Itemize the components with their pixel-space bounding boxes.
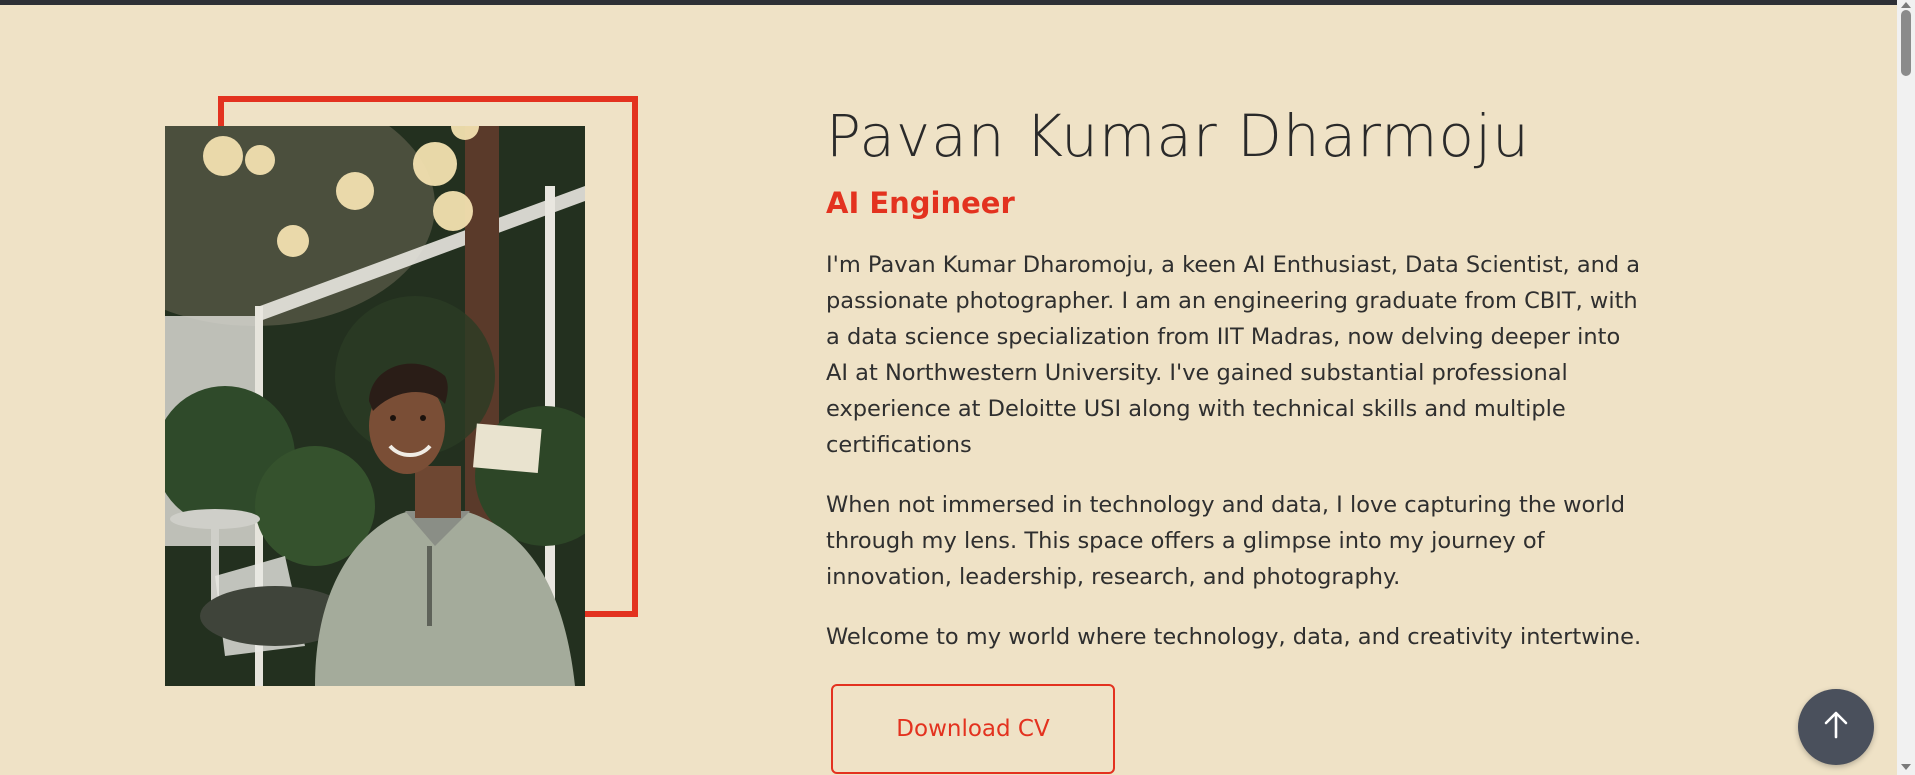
scroll-thumb[interactable] (1901, 10, 1911, 76)
back-to-top-button[interactable] (1798, 689, 1874, 765)
download-cv-label: Download CV (896, 716, 1050, 742)
scroll-up-arrow-icon[interactable] (1901, 2, 1911, 8)
arrow-up-icon (1821, 710, 1851, 744)
profile-photo (165, 126, 585, 686)
top-bar (0, 0, 1897, 5)
bio-paragraph-welcome: Welcome to my world where technology, da… (826, 624, 1642, 650)
hero-name: Pavan Kumar Dharmoju (826, 102, 1530, 170)
bio-paragraph-photography: When not immersed in technology and data… (826, 492, 1626, 590)
page-scrollbar[interactable] (1897, 0, 1915, 775)
scroll-down-arrow-icon[interactable] (1901, 764, 1911, 770)
hero-role: AI Engineer (826, 186, 1015, 220)
download-cv-button[interactable]: Download CV (831, 684, 1115, 774)
bio-paragraph-intro: I'm Pavan Kumar Dharomoju, a keen AI Ent… (826, 252, 1641, 458)
